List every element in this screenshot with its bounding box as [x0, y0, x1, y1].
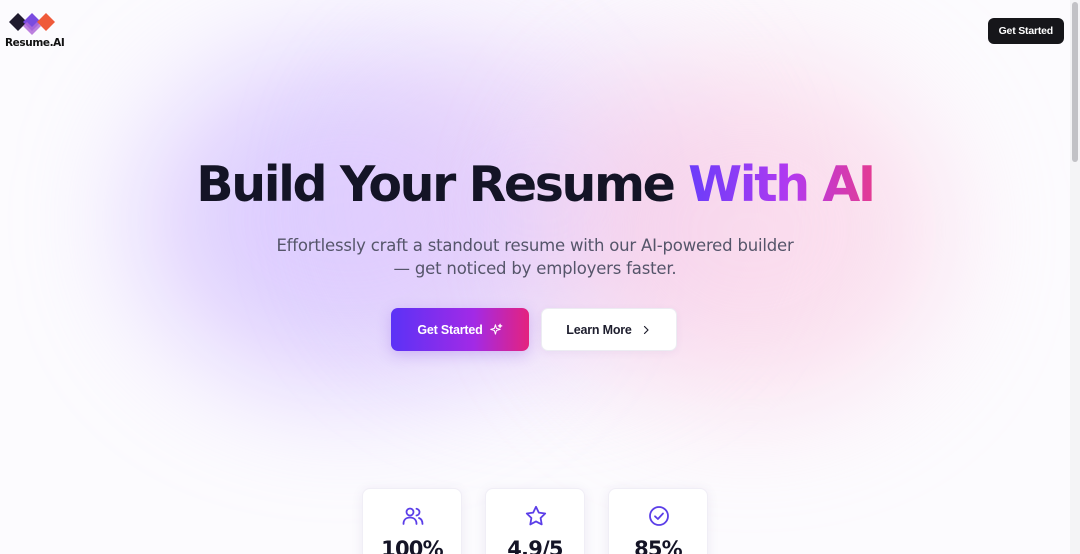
stat-value-rating: 4.9/5 — [507, 537, 563, 554]
stat-card-rating: 4.9/5 — [485, 488, 585, 554]
logo[interactable]: Resume.AI — [5, 12, 67, 52]
logo-text: Resume.AI — [5, 37, 65, 49]
hero-subtitle-line-1: Effortlessly craft a standout resume wit… — [276, 236, 794, 255]
chevron-right-icon — [640, 324, 652, 336]
hero-subtitle: Effortlessly craft a standout resume wit… — [0, 234, 1070, 280]
header-get-started-button[interactable]: Get Started — [987, 18, 1064, 44]
check-circle-icon — [649, 506, 669, 526]
hero-subtitle-line-2: — get noticed by employers faster. — [393, 259, 677, 278]
star-icon — [525, 505, 547, 526]
stat-card-success: 85% — [608, 488, 708, 554]
get-started-label: Get Started — [417, 322, 483, 337]
sparkles-icon — [489, 323, 503, 337]
stat-value-users: 100% — [381, 537, 443, 554]
stat-value-success: 85% — [634, 537, 683, 554]
get-started-button[interactable]: Get Started — [391, 308, 529, 351]
scrollbar-thumb[interactable] — [1072, 2, 1078, 162]
users-icon — [402, 507, 424, 525]
page-scrollbar[interactable] — [1070, 0, 1080, 554]
logo-icon — [9, 13, 55, 35]
learn-more-label: Learn More — [566, 322, 632, 337]
landing-page: Resume.AI Get Started Build Your Resume … — [0, 0, 1080, 554]
stat-card-users: 100% — [362, 488, 462, 554]
learn-more-button[interactable]: Learn More — [541, 308, 677, 351]
hero-title: Build Your Resume With AI — [0, 156, 1070, 213]
hero-title-main: Build Your Resume — [196, 156, 689, 213]
hero-title-accent: With AI — [688, 156, 876, 213]
